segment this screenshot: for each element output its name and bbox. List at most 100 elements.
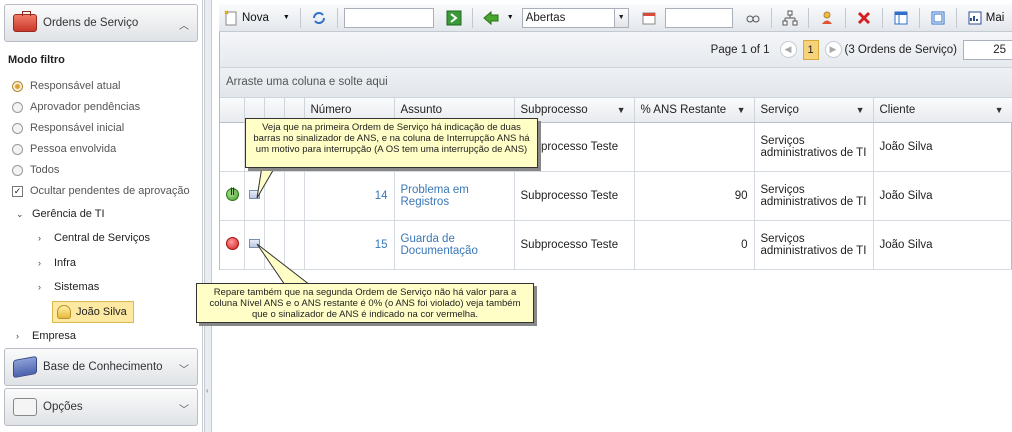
columns-button[interactable] <box>889 7 913 29</box>
go-arrow-icon <box>446 10 462 25</box>
glasses-icon <box>746 15 760 22</box>
table-row[interactable]: 14 Problema em Registros Subprocesso Tes… <box>220 171 1012 221</box>
group-drop-zone[interactable]: Arraste uma coluna e solte aqui <box>220 68 1012 98</box>
search-input[interactable] <box>343 7 434 28</box>
callout-second-order: Repare também que na segunda Ordem de Se… <box>196 283 534 323</box>
filter-pessoa-envolvida[interactable]: Pessoa envolvida <box>12 143 116 155</box>
col-servico-header[interactable]: Serviço ▼ <box>754 98 874 123</box>
current-page-button[interactable]: 1 <box>802 39 819 60</box>
chevron-right-icon[interactable]: › <box>38 282 54 292</box>
back-button[interactable]: ▼ <box>479 7 518 29</box>
chevron-right-icon[interactable]: › <box>38 233 54 243</box>
filter-icon[interactable]: ▼ <box>856 105 865 115</box>
section-orders-header[interactable]: Ordens de Serviço ︿ <box>4 4 198 42</box>
assunto-cell[interactable]: Guarda de Documentação <box>394 220 515 270</box>
filter-todos[interactable]: Todos <box>12 164 59 176</box>
panel-splitter[interactable]: ‹ <box>204 0 212 432</box>
checklist-icon <box>13 398 37 416</box>
sla-cell <box>220 220 245 270</box>
filter-label: Responsável atual <box>30 80 121 92</box>
briefcase-icon <box>13 11 37 32</box>
ans-cell <box>634 122 755 172</box>
refresh-button[interactable] <box>307 7 331 29</box>
radio-button[interactable] <box>12 143 23 155</box>
tree-node-gerencia-ti[interactable]: ⌄ Gerência de TI <box>16 208 105 220</box>
numero-cell[interactable]: 14 <box>304 171 395 221</box>
more-button[interactable]: Mai <box>963 7 1009 29</box>
status-select-value: Abertas <box>525 11 566 24</box>
col-sla-header[interactable] <box>220 98 245 123</box>
subprocesso-cell: Subprocesso Teste <box>514 171 635 221</box>
hierarchy-button[interactable] <box>778 7 802 29</box>
filter-responsavel-atual[interactable]: Responsável atual <box>12 80 121 92</box>
new-button[interactable]: Nova ▼ <box>219 7 294 29</box>
window-button[interactable] <box>926 7 950 29</box>
hierarchy-icon <box>782 10 798 25</box>
filter-title: Modo filtro <box>8 54 65 66</box>
tree-node-infra[interactable]: › Infra <box>38 257 76 269</box>
tree-node-sistemas[interactable]: › Sistemas <box>38 281 99 293</box>
assunto-cell[interactable]: Problema em Registros <box>394 171 515 221</box>
chevron-right-icon[interactable]: › <box>16 331 32 341</box>
chevron-right-icon[interactable]: › <box>38 258 54 268</box>
radio-button[interactable] <box>12 80 23 92</box>
section-options-header[interactable]: Opções ﹀ <box>4 388 198 426</box>
calendar-icon <box>642 12 656 24</box>
numero-cell[interactable]: 15 <box>304 220 395 270</box>
hide-pending-label: Ocultar pendentes de aprovação <box>30 185 190 197</box>
filter-label: Responsável inicial <box>30 122 125 134</box>
date-input[interactable] <box>664 7 733 28</box>
tree-node-label: Infra <box>54 257 77 269</box>
filter-responsavel-inicial[interactable]: Responsável inicial <box>12 122 124 134</box>
section-knowledge-header[interactable]: Base de Conhecimento ﹀ <box>4 348 198 386</box>
cliente-cell: João Silva <box>873 220 1012 270</box>
separator <box>471 7 473 28</box>
table-row[interactable]: 15 Guarda de Documentação Subprocesso Te… <box>220 220 1012 270</box>
chevron-up-icon[interactable]: ︿ <box>179 17 189 32</box>
next-page-button[interactable]: ▶ <box>824 41 842 58</box>
go-button[interactable] <box>442 7 466 29</box>
tree-node-joao-silva[interactable]: João Silva <box>52 301 134 323</box>
dropdown-arrow-icon[interactable]: ▼ <box>507 14 514 21</box>
radio-button[interactable] <box>12 101 23 113</box>
radio-button[interactable] <box>12 164 23 176</box>
status-select[interactable]: Abertas ▼ <box>521 7 629 28</box>
checkbox[interactable]: ✓ <box>12 185 23 197</box>
assign-user-button[interactable] <box>815 7 839 29</box>
tree-node-empresa[interactable]: › Empresa <box>16 330 76 342</box>
collapse-arrow-icon[interactable]: ‹ <box>206 386 209 395</box>
filter-icon[interactable]: ▼ <box>737 105 746 115</box>
radio-button[interactable] <box>12 122 23 134</box>
refresh-icon <box>312 11 325 24</box>
view-button[interactable] <box>741 7 765 29</box>
page-size-input[interactable]: 25 <box>963 39 1012 60</box>
filter-aprovador-pendencias[interactable]: Aprovador pendências <box>12 101 140 113</box>
tree-node-label: Empresa <box>32 330 77 342</box>
filter-icon[interactable]: ▼ <box>617 105 626 115</box>
delete-button[interactable] <box>852 7 876 29</box>
cliente-cell: João Silva <box>873 171 1012 221</box>
dropdown-arrow-icon[interactable]: ▼ <box>283 14 290 21</box>
tree-node-label: Sistemas <box>54 281 100 293</box>
section-knowledge-label: Base de Conhecimento <box>43 361 163 373</box>
col-ans-header[interactable]: % ANS Restante ▼ <box>634 98 755 123</box>
delete-x-icon <box>857 11 870 24</box>
hide-pending-checkbox-row[interactable]: ✓ Ocultar pendentes de aprovação <box>12 185 190 197</box>
sla-cell <box>220 171 245 221</box>
window-icon <box>931 11 945 24</box>
selected-node[interactable]: João Silva <box>52 301 134 323</box>
chevron-down-icon[interactable]: ﹀ <box>179 401 189 416</box>
filter-label: Aprovador pendências <box>30 101 141 113</box>
filter-icon[interactable]: ▼ <box>995 105 1004 115</box>
dropdown-arrow-icon[interactable]: ▼ <box>613 8 628 27</box>
prev-page-button[interactable]: ◀ <box>779 41 797 58</box>
new-document-icon <box>224 9 237 25</box>
ans-cell: 0 <box>634 220 755 270</box>
tree-node-central-servicos[interactable]: › Central de Serviços <box>38 232 150 244</box>
callout-tail <box>256 243 312 286</box>
chevron-down-icon[interactable]: ⌄ <box>16 209 32 220</box>
back-arrow-icon <box>483 10 499 25</box>
col-cliente-header[interactable]: Cliente ▼ <box>873 98 1012 123</box>
chevron-down-icon[interactable]: ﹀ <box>179 361 189 376</box>
calendar-button[interactable] <box>637 7 661 29</box>
